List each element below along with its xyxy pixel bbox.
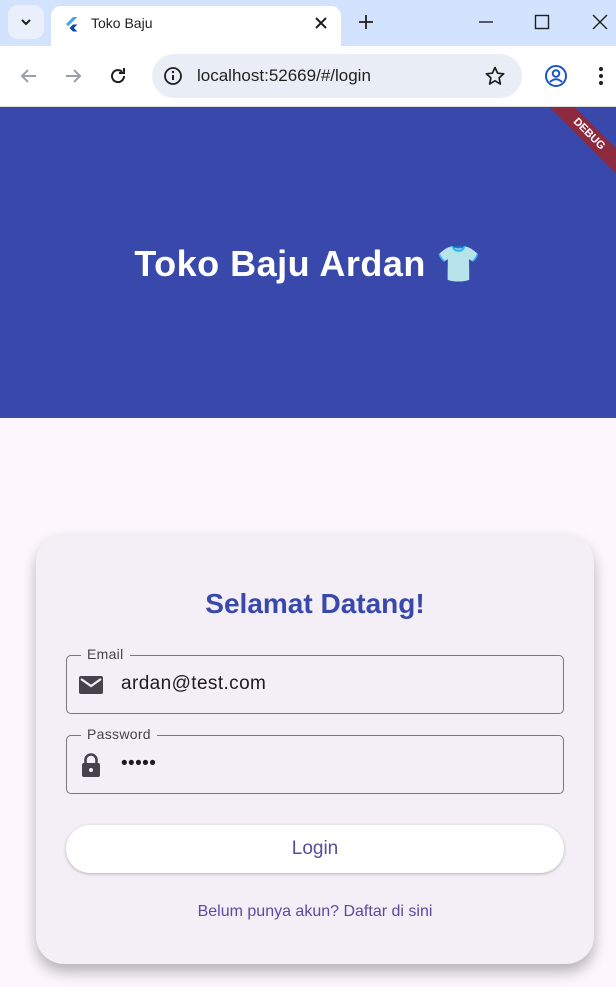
reload-icon[interactable] [107,65,129,87]
password-value[interactable]: ••••• [121,753,156,775]
login-card: Selamat Datang! Email ardan@test.com Pas… [36,534,594,964]
address-bar[interactable]: localhost:52669/#/login [152,54,522,98]
login-button-label: Login [291,838,339,859]
debug-banner: DEBUG [543,107,616,180]
password-label: Password [81,726,157,742]
browser-tabstrip: Toko Baju [0,0,616,46]
browser-toolbar: localhost:52669/#/login [0,46,616,107]
plus-icon[interactable] [356,12,376,32]
profile-icon[interactable] [544,64,568,88]
tab-toko-baju[interactable]: Toko Baju [51,6,341,46]
minimize-icon[interactable] [476,12,496,32]
close-icon[interactable] [313,15,329,31]
email-field[interactable]: Email ardan@test.com [66,646,564,714]
login-button[interactable]: Login [66,825,564,873]
app-header: Toko Baju Ardan 👕 DEBUG [0,107,616,418]
mail-icon [79,676,103,694]
info-icon[interactable] [162,65,184,87]
register-link[interactable]: Belum punya akun? Daftar di sini [36,903,594,921]
lock-icon [82,753,100,777]
password-field[interactable]: Password ••••• [66,726,564,794]
forward-arrow-icon[interactable] [62,65,84,87]
tab-title: Toko Baju [91,15,153,31]
app-title: Toko Baju Ardan 👕 [134,243,482,284]
email-label: Email [81,646,130,662]
welcome-heading: Selamat Datang! [205,588,425,619]
back-arrow-icon[interactable] [18,65,40,87]
url-text[interactable]: localhost:52669/#/login [197,66,371,86]
maximize-icon[interactable] [532,12,552,32]
kebab-menu-icon[interactable] [592,65,610,87]
star-icon[interactable] [484,65,506,87]
tab-search-icon [21,19,31,26]
flutter-icon [66,17,78,32]
tab-search-button[interactable] [8,5,44,39]
window-close-icon[interactable] [590,12,610,32]
email-value[interactable]: ardan@test.com [121,673,266,695]
